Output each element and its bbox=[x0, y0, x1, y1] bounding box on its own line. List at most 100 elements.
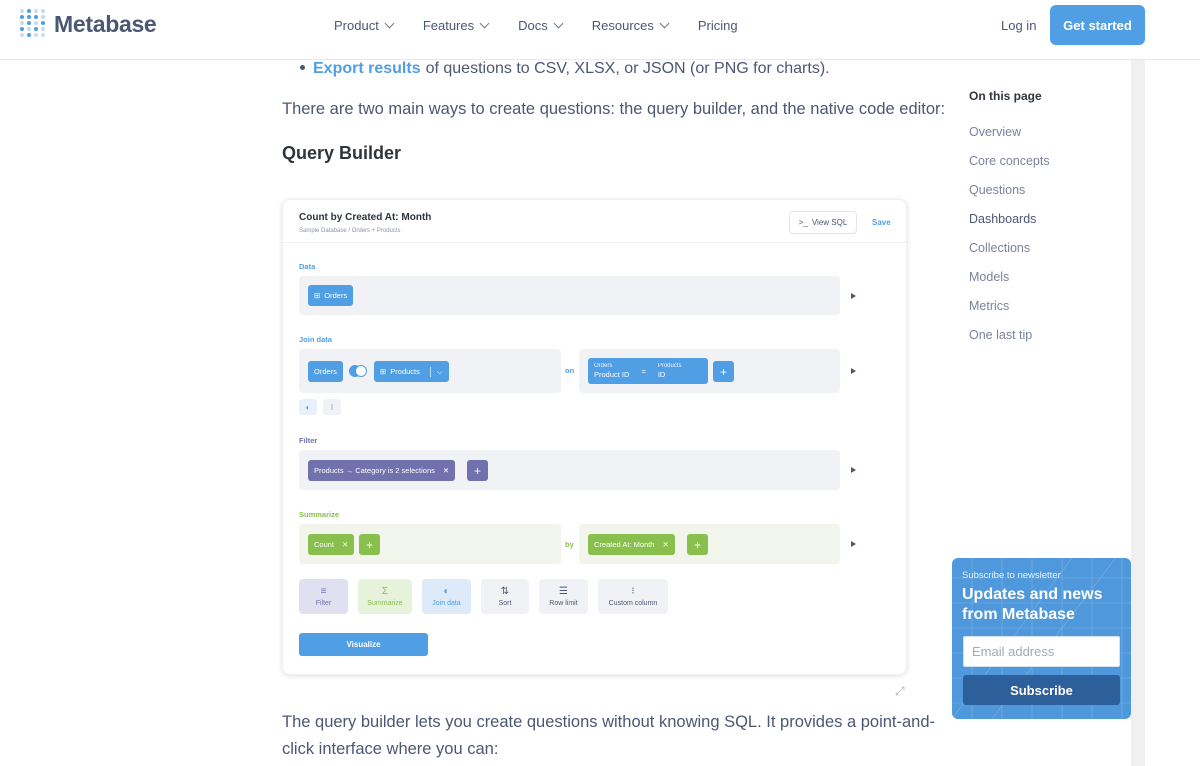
view-sql-button: >_ View SQL bbox=[789, 211, 857, 234]
filter-pill: Products → Category is 2 selections ✕ bbox=[308, 460, 456, 481]
chevron-down-icon bbox=[553, 18, 564, 29]
expand-icon[interactable]: ⤢ bbox=[895, 684, 905, 699]
column-name: ID bbox=[657, 370, 666, 379]
column-table: Orders bbox=[594, 363, 613, 369]
divider bbox=[283, 242, 908, 243]
toc-title: On this page bbox=[969, 89, 1042, 103]
grid-icon: ⊞ bbox=[314, 291, 321, 300]
chevron-down-icon bbox=[659, 18, 670, 29]
toc-item-overview[interactable]: Overview bbox=[969, 125, 1021, 139]
newsletter-headline: Updates and news from Metabase bbox=[962, 586, 1103, 623]
add-join-condition-icon: + bbox=[713, 361, 734, 382]
play-icon bbox=[851, 368, 856, 374]
section-heading: Query Builder bbox=[282, 143, 402, 163]
custom-column-mini-icon: ⁝ bbox=[323, 399, 341, 415]
tool-label: Row limit bbox=[549, 599, 578, 607]
operator-label: = bbox=[641, 366, 646, 376]
view-sql-label: View SQL bbox=[811, 218, 848, 227]
tool-label: Summarize bbox=[367, 599, 403, 607]
nav-pricing[interactable]: Pricing bbox=[698, 18, 738, 33]
row-limit-tool: ☰ Row limit bbox=[539, 579, 588, 614]
logo-text: Metabase bbox=[54, 10, 157, 37]
close-icon: ✕ bbox=[442, 466, 450, 475]
save-button: Save bbox=[872, 218, 891, 227]
column-name: Product ID bbox=[594, 370, 630, 379]
nav-label: Docs bbox=[518, 18, 548, 33]
filter-tool: ≡ Filter bbox=[299, 579, 348, 614]
tool-label: Filter bbox=[315, 599, 332, 607]
list-icon: ☰ bbox=[559, 585, 568, 597]
toc-item-one-last-tip[interactable]: One last tip bbox=[969, 328, 1032, 342]
query-builder-paragraph: The query builder lets you create questi… bbox=[282, 709, 935, 763]
sort-icon: ⇅ bbox=[500, 585, 510, 597]
get-started-button[interactable]: Get started bbox=[1050, 5, 1145, 45]
metric-pill: Count ✕ bbox=[308, 534, 355, 555]
tool-label: Join data bbox=[432, 599, 461, 607]
nav-label: Pricing bbox=[697, 18, 738, 33]
question-breadcrumb: Sample Database / Orders + Products bbox=[299, 228, 401, 234]
toc-item-questions[interactable]: Questions bbox=[969, 183, 1025, 197]
data-table-pill: ⊞ Orders bbox=[308, 285, 354, 306]
chevron-down-icon: ⌵ bbox=[429, 366, 443, 377]
email-field[interactable] bbox=[963, 636, 1120, 667]
bullet-icon bbox=[300, 65, 305, 70]
subscribe-button[interactable]: Subscribe bbox=[963, 675, 1120, 705]
custom-column-icon: ⁝ bbox=[631, 585, 635, 597]
join-right-column: Products ID bbox=[658, 363, 682, 379]
question-title: Count by Created At: Month bbox=[299, 212, 432, 223]
filter-section-label: Filter bbox=[299, 436, 318, 445]
add-breakout-icon: + bbox=[687, 534, 708, 555]
newsletter-kicker: Subscribe to newsletter bbox=[962, 570, 1061, 581]
play-icon bbox=[851, 293, 856, 299]
scrollbar[interactable] bbox=[1131, 60, 1145, 766]
nav-label: Product bbox=[334, 18, 379, 33]
nav-product[interactable]: Product bbox=[334, 18, 395, 33]
add-metric-icon: + bbox=[359, 534, 380, 555]
join-section-label: Join data bbox=[299, 335, 332, 344]
join-left-column: Orders Product ID bbox=[594, 363, 629, 379]
join-type-icon bbox=[349, 365, 367, 377]
visualize-button: Visualize bbox=[299, 633, 428, 656]
chevron-down-icon bbox=[479, 18, 490, 29]
data-panel bbox=[299, 276, 840, 315]
breakout-pill: Created At: Month ✕ bbox=[588, 534, 675, 555]
tool-label: Custom column bbox=[608, 599, 658, 607]
column-table: Products bbox=[657, 363, 682, 369]
join-right-table-pill: ⊞ Products ⌵ bbox=[374, 361, 449, 382]
query-builder-screenshot: Count by Created At: Month Sample Databa… bbox=[282, 199, 908, 675]
nav-label: Features bbox=[422, 18, 475, 33]
play-icon bbox=[851, 541, 856, 547]
close-icon: ✕ bbox=[662, 540, 669, 549]
sigma-icon: Σ bbox=[381, 585, 389, 597]
paragraph-line: click interface where you can: bbox=[282, 740, 499, 758]
chevron-down-icon bbox=[384, 18, 395, 29]
summarize-tool: Σ Summarize bbox=[358, 579, 412, 614]
export-results-link[interactable]: Export results bbox=[313, 60, 421, 78]
toc-item-core-concepts[interactable]: Core concepts bbox=[969, 154, 1050, 168]
pill-label: Count bbox=[314, 540, 335, 549]
nav-resources[interactable]: Resources bbox=[592, 18, 670, 33]
join-icon: ◐ bbox=[443, 585, 450, 597]
close-icon: ✕ bbox=[342, 540, 349, 549]
join-condition-pill: Orders Product ID = Products ID bbox=[588, 358, 708, 384]
list-item: Export results of questions to CSV, XLSX… bbox=[300, 60, 830, 78]
pill-label: Orders bbox=[324, 291, 348, 300]
toc-item-metrics[interactable]: Metrics bbox=[969, 299, 1009, 313]
nav-docs[interactable]: Docs bbox=[518, 18, 564, 33]
join-mini-icon: ◐ bbox=[299, 399, 317, 415]
nav-features[interactable]: Features bbox=[422, 18, 490, 33]
filter-icon: ≡ bbox=[320, 585, 327, 597]
join-on-label: on bbox=[565, 366, 575, 375]
logo-icon bbox=[20, 9, 48, 39]
toc-item-dashboards[interactable]: Dashboards bbox=[969, 212, 1036, 226]
join-left-table-pill: Orders bbox=[308, 361, 343, 382]
play-icon bbox=[851, 467, 856, 473]
site-header: Metabase Product Features Docs Resources… bbox=[0, 0, 1200, 60]
toc-item-models[interactable]: Models bbox=[969, 270, 1009, 284]
login-link[interactable]: Log in bbox=[1001, 18, 1036, 33]
terminal-icon: >_ bbox=[798, 218, 808, 227]
bullet-text: of questions to CSV, XLSX, or JSON (or P… bbox=[425, 60, 830, 77]
grid-icon: ⊞ bbox=[380, 367, 387, 376]
toc-item-collections[interactable]: Collections bbox=[969, 241, 1030, 255]
metabase-logo[interactable]: Metabase bbox=[20, 9, 157, 39]
